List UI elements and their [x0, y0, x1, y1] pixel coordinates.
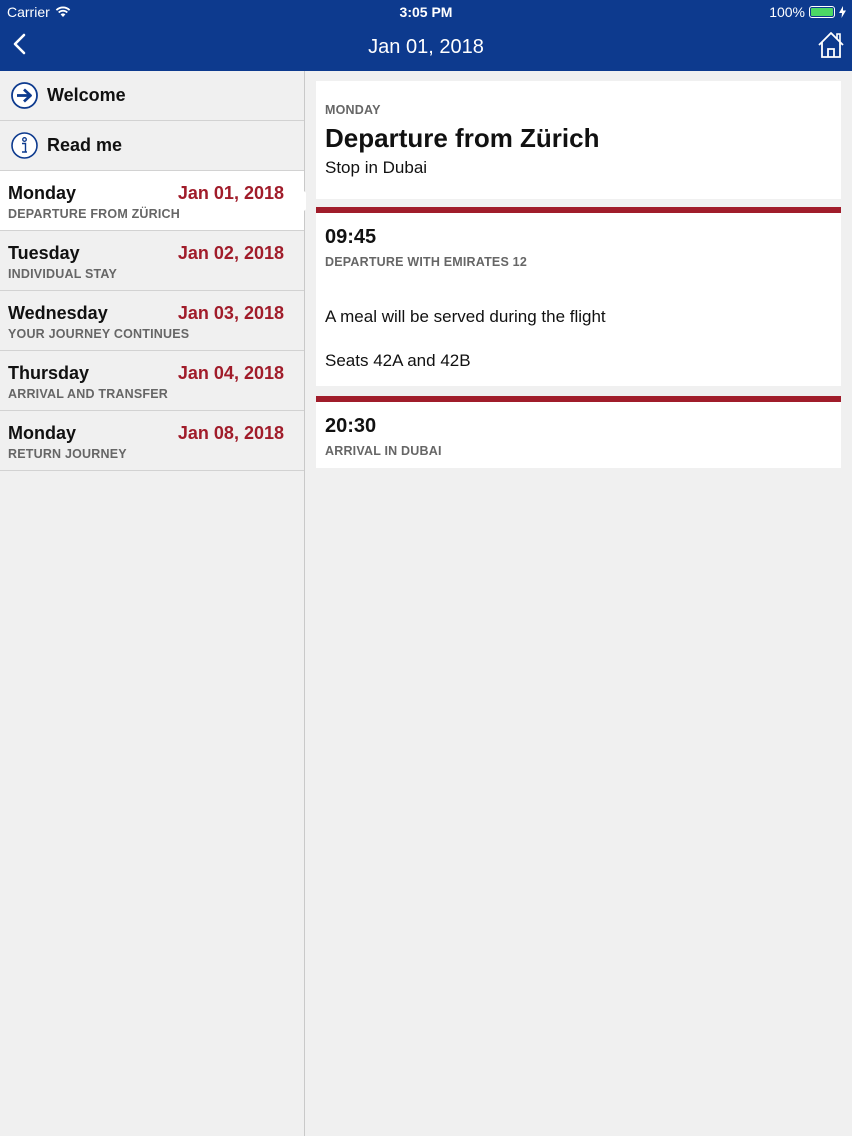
day-detail: MONDAY Departure from Zürich Stop in Dub…: [306, 71, 852, 1136]
day-subtitle: DEPARTURE FROM ZÜRICH: [8, 207, 181, 221]
day-subtitle: RETURN JOURNEY: [8, 447, 127, 461]
home-icon[interactable]: [816, 30, 846, 60]
day-subtitle: INDIVIDUAL STAY: [8, 267, 118, 281]
arrow-right-circle-icon: [11, 82, 38, 109]
sidebar-item-read-me[interactable]: Read me: [0, 121, 304, 171]
day-subtitle: ARRIVAL AND TRANSFER: [8, 387, 169, 401]
day-subtitle: YOUR JOURNEY CONTINUES: [8, 327, 190, 341]
detail-title: Departure from Zürich: [325, 123, 600, 153]
day-item-selected[interactable]: Monday Jan 01, 2018 DEPARTURE FROM ZÜRIC…: [0, 171, 315, 231]
day-item[interactable]: Wednesday Jan 03, 2018 YOUR JOURNEY CONT…: [0, 291, 304, 351]
day-item[interactable]: Tuesday Jan 02, 2018 INDIVIDUAL STAY: [0, 231, 304, 291]
event-note: Seats 42A and 42B: [325, 351, 471, 370]
day-name: Monday: [8, 423, 77, 443]
detail-weekday: MONDAY: [325, 103, 381, 117]
nav-title: Jan 01, 2018: [368, 36, 484, 58]
day-date: Jan 03, 2018: [177, 303, 284, 323]
sidebar: Welcome Read me Monday Jan 01, 2018 DEPA…: [0, 71, 315, 1136]
event-label: DEPARTURE WITH EMIRATES 12: [325, 255, 527, 269]
detail-subtitle: Stop in Dubai: [325, 158, 428, 177]
day-name: Monday: [8, 183, 77, 203]
day-date: Jan 01, 2018: [177, 183, 284, 203]
day-item[interactable]: Thursday Jan 04, 2018 ARRIVAL AND TRANSF…: [0, 351, 304, 411]
event-card: 09:45 DEPARTURE WITH EMIRATES 12 A meal …: [316, 207, 841, 386]
event-label: ARRIVAL IN DUBAI: [325, 444, 442, 458]
event-card: 20:30 ARRIVAL IN DUBAI: [316, 396, 841, 468]
sidebar-item-welcome[interactable]: Welcome: [0, 71, 304, 121]
day-name: Tuesday: [8, 243, 80, 263]
battery-group: 100%: [769, 4, 846, 20]
day-date: Jan 04, 2018: [177, 363, 284, 383]
battery-icon: [809, 6, 835, 18]
day-item[interactable]: Monday Jan 08, 2018 RETURN JOURNEY: [0, 411, 304, 471]
navigation-bar: Carrier 3:05 PM 100% Jan 01, 2018: [0, 0, 852, 71]
battery-percent: 100%: [769, 4, 805, 20]
day-date: Jan 02, 2018: [177, 243, 284, 263]
day-date: Jan 08, 2018: [177, 423, 284, 443]
day-name: Wednesday: [8, 303, 108, 323]
charging-bolt-icon: [839, 6, 846, 18]
event-time: 20:30: [325, 415, 377, 437]
day-header-card: MONDAY Departure from Zürich Stop in Dub…: [316, 81, 841, 199]
status-bar: Carrier 3:05 PM 100%: [0, 0, 852, 24]
sidebar-item-label: Read me: [47, 135, 123, 155]
info-circle-icon: [11, 132, 38, 159]
event-note: A meal will be served during the flight: [325, 307, 606, 326]
event-time: 09:45: [325, 226, 377, 248]
status-time: 3:05 PM: [399, 4, 453, 20]
sidebar-item-label: Welcome: [47, 85, 126, 105]
day-name: Thursday: [8, 363, 90, 383]
